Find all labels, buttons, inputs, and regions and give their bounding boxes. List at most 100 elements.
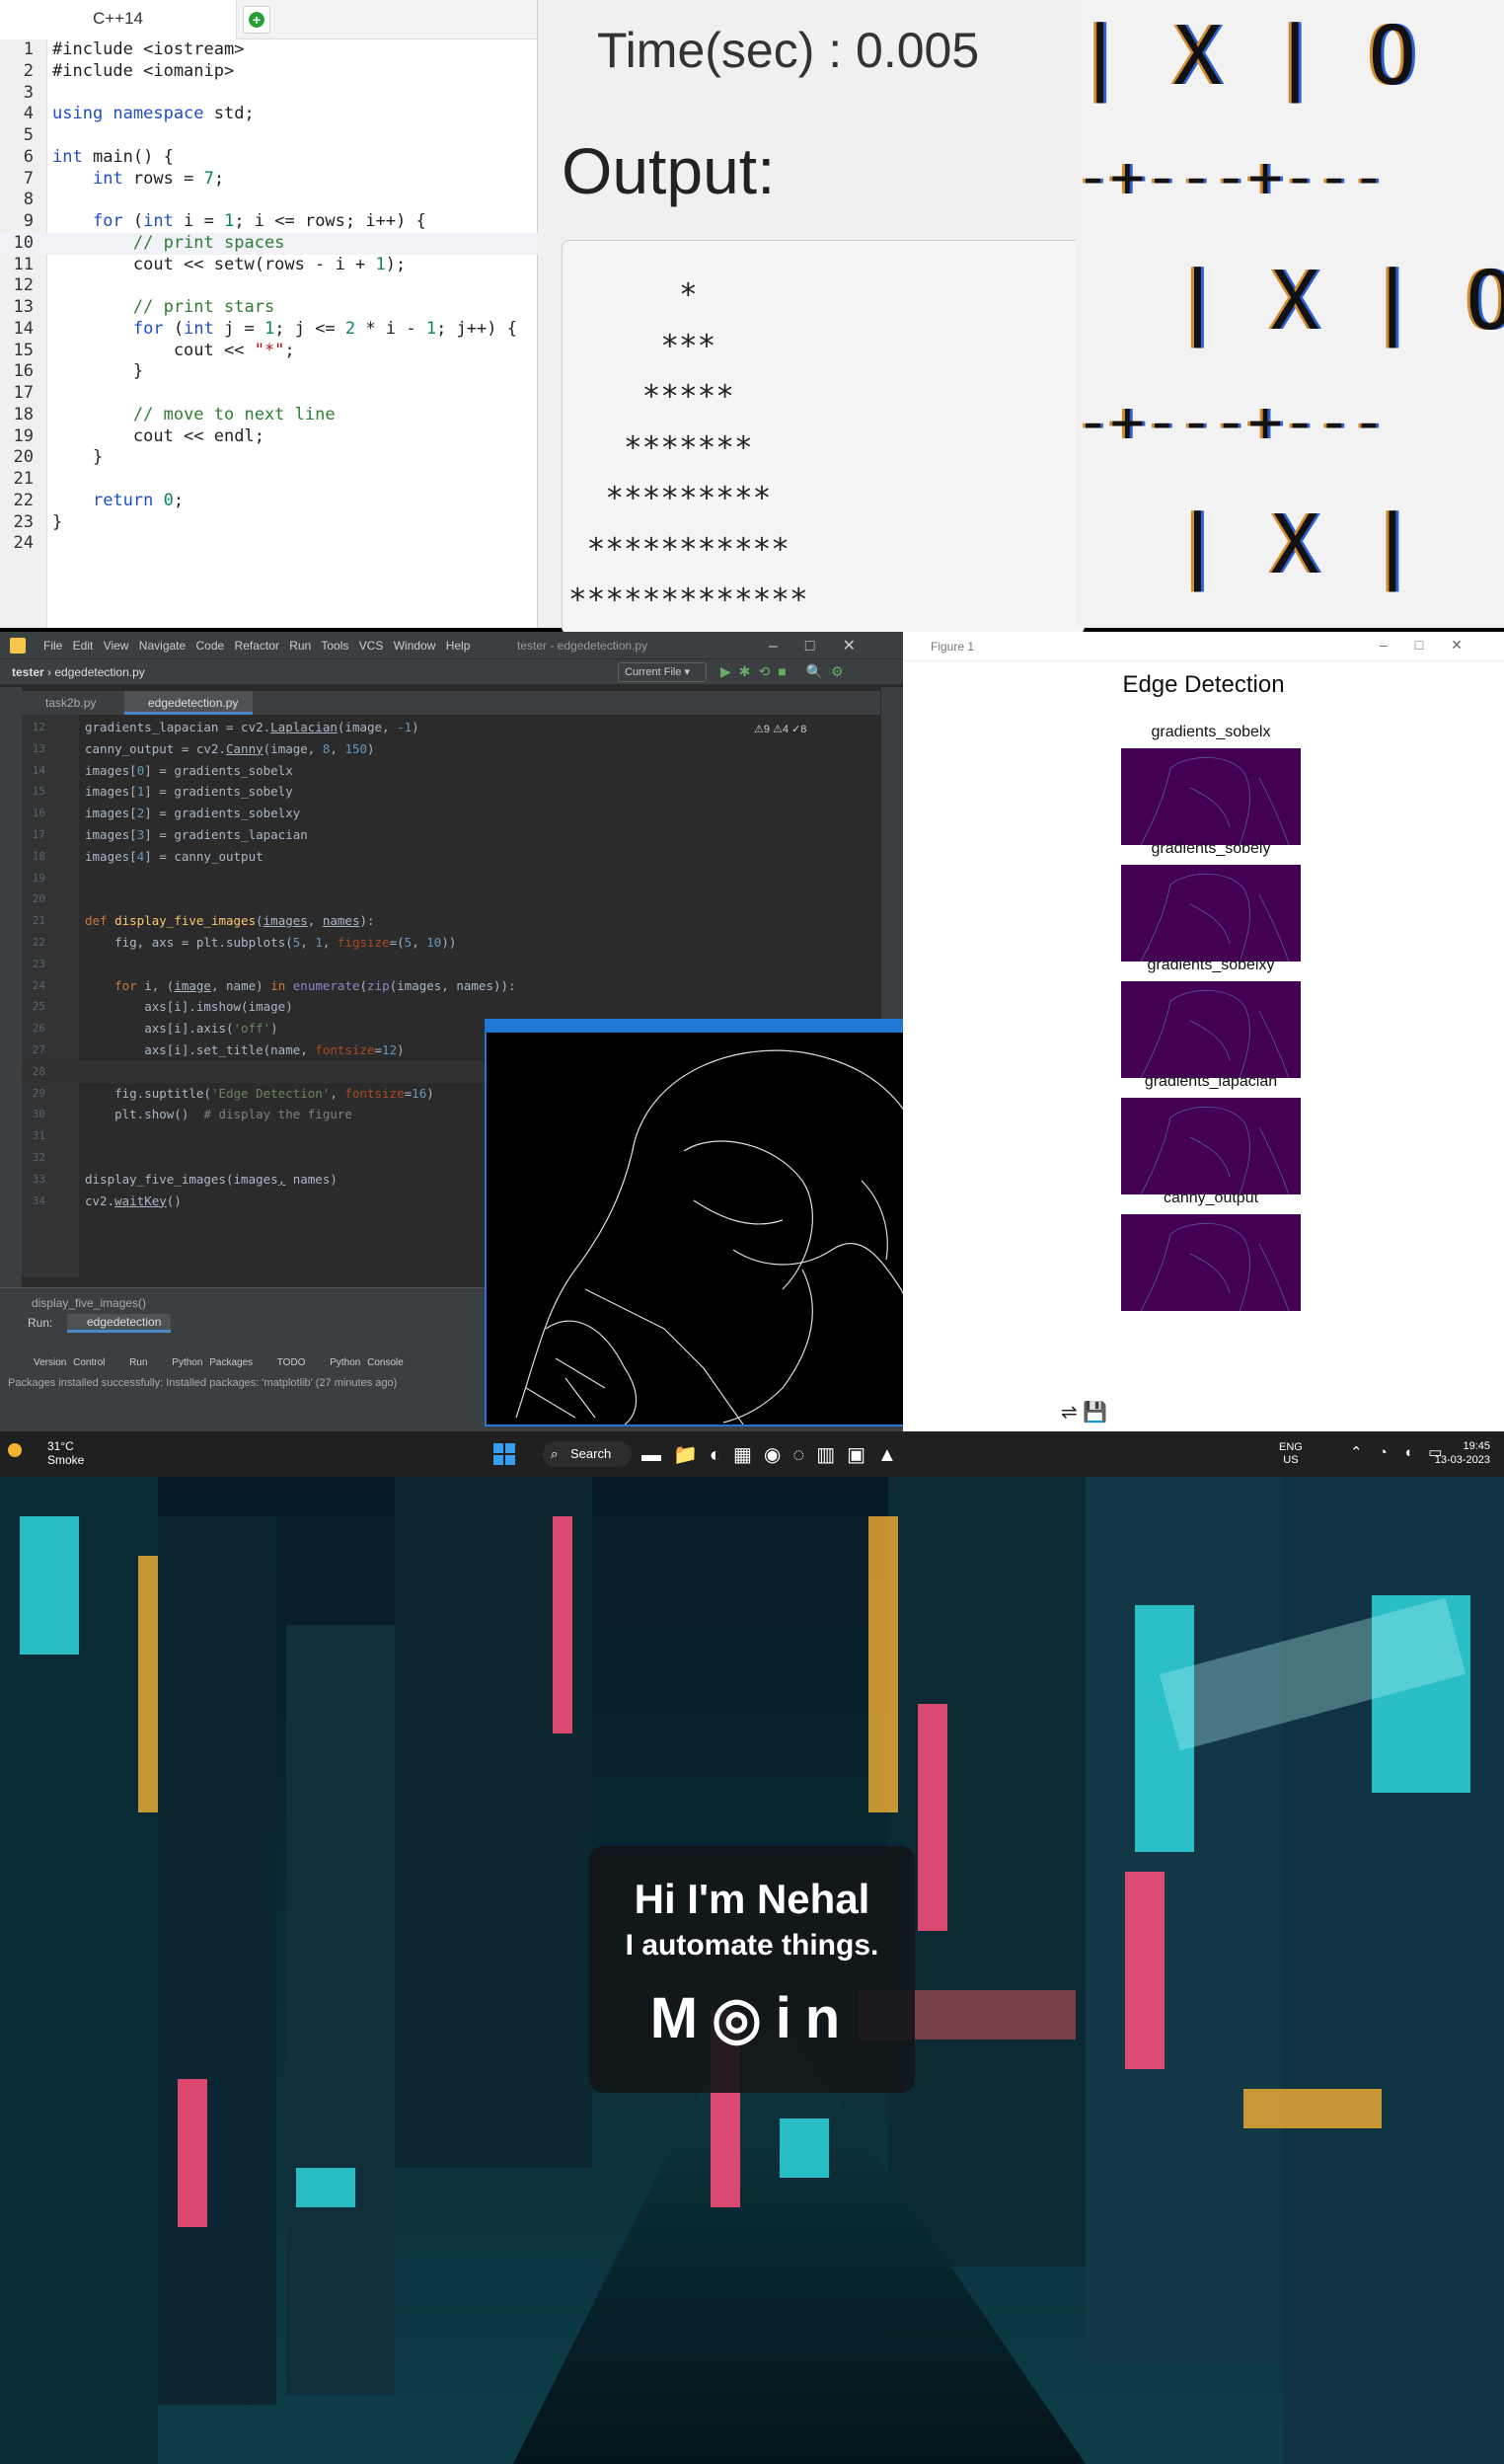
- version-control-button[interactable]: Version Control: [34, 1357, 105, 1368]
- code-line[interactable]: 15 cout << "*";: [0, 341, 538, 362]
- language-indicator[interactable]: ENG US: [1279, 1441, 1303, 1467]
- ide-line-number: 32: [32, 1150, 45, 1164]
- code-text: cout << endl;: [52, 425, 264, 446]
- python-packages-button[interactable]: Python Packages: [172, 1357, 253, 1368]
- subplot-title: canny_output: [1163, 1190, 1259, 1206]
- start-button[interactable]: [493, 1443, 515, 1465]
- ide-code-line[interactable]: 12 gradients_lapacian = cv2.Laplacian(ima…: [22, 717, 880, 738]
- line-number: 22: [13, 490, 34, 510]
- ide-code-line[interactable]: 23: [22, 954, 880, 975]
- tictactoe-row: -+---+---: [1076, 143, 1387, 210]
- ide-line-number: 20: [32, 892, 45, 906]
- subplot-title: gradients_sobely: [1151, 840, 1271, 857]
- ide-line-number: 27: [32, 1042, 45, 1056]
- code-line[interactable]: 19 cout << endl;: [0, 426, 538, 448]
- ide-code-line[interactable]: 14 images[0] = gradients_sobelx: [22, 760, 880, 782]
- code-line[interactable]: 16 }: [0, 361, 538, 383]
- weather-icon[interactable]: [8, 1443, 22, 1457]
- run-tab[interactable]: edgedetection: [67, 1314, 172, 1333]
- instagram-icon[interactable]: ◎: [712, 1986, 776, 2050]
- python-console-button[interactable]: Python Console: [330, 1357, 404, 1368]
- code-line[interactable]: 12: [0, 275, 538, 297]
- code-line[interactable]: 7 int rows = 7;: [0, 169, 538, 191]
- menu-items[interactable]: File Edit View Navigate Code Refactor Ru…: [43, 639, 470, 653]
- linkedin-icon[interactable]: in: [776, 1986, 855, 2050]
- ide-code-text: images[2] = gradients_sobelxy: [85, 806, 301, 821]
- weather-widget[interactable]: 31°C Smoke: [47, 1439, 84, 1467]
- code-line[interactable]: 22 return 0;: [0, 491, 538, 512]
- code-line[interactable]: 21: [0, 469, 538, 491]
- pycharm-logo-icon: [10, 638, 26, 654]
- ide-line-number: 34: [32, 1194, 45, 1207]
- todo-button[interactable]: TODO: [277, 1357, 306, 1368]
- tictactoe-row: | X | O: [1076, 10, 1417, 104]
- code-line[interactable]: 11 cout << setw(rows - i + 1);: [0, 255, 538, 276]
- function-breadcrumb[interactable]: display_five_images(): [32, 1296, 146, 1310]
- code-line[interactable]: 17: [0, 383, 538, 405]
- ide-code-line[interactable]: 16 images[2] = gradients_sobelxy: [22, 803, 880, 824]
- code-line[interactable]: 6 int main() {: [0, 147, 538, 169]
- tab-cpp14[interactable]: C++14: [0, 0, 237, 39]
- code-line[interactable]: 20 }: [0, 447, 538, 469]
- taskbar-search[interactable]: ⌕ Search: [543, 1441, 632, 1467]
- code-line[interactable]: 13 // print stars: [0, 297, 538, 319]
- window-controls[interactable]: –□✕: [769, 636, 883, 655]
- ide-code-line[interactable]: 13 canny_output = cv2.Canny(image, 8, 150…: [22, 738, 880, 760]
- code-line[interactable]: 8: [0, 190, 538, 211]
- code-line[interactable]: 1 #include <iostream>: [0, 39, 538, 61]
- ide-code-line[interactable]: 22 fig, axs = plt.subplots(5, 1, figsize…: [22, 932, 880, 954]
- ide-code-line[interactable]: 20: [22, 888, 880, 910]
- ide-line-number: 19: [32, 871, 45, 885]
- code-area[interactable]: 1 #include <iostream> 2 #include <iomanip> 3…: [0, 39, 538, 555]
- ide-line-number: 15: [32, 785, 45, 799]
- code-line[interactable]: 18 // move to next line: [0, 405, 538, 426]
- ide-code-line[interactable]: 24 for i, (image, name) in enumerate(zip…: [22, 975, 880, 997]
- ide-code-line[interactable]: 18 images[4] = canny_output: [22, 846, 880, 868]
- breadcrumb-file[interactable]: edgedetection.py: [54, 665, 144, 679]
- code-line[interactable]: 5: [0, 125, 538, 147]
- code-text: // print stars: [132, 297, 275, 317]
- pinned-apps[interactable]: ▬📁◐▦◉◌▥▣▲: [641, 1442, 909, 1467]
- add-tab-button[interactable]: +: [243, 6, 270, 34]
- code-text: int rows = 7;: [92, 168, 225, 189]
- run-button[interactable]: Run: [129, 1357, 147, 1368]
- tab-task2b[interactable]: task2b.py: [22, 691, 120, 715]
- breadcrumb-project[interactable]: tester: [12, 665, 44, 679]
- breadcrumb[interactable]: tester › edgedetection.py: [12, 665, 145, 679]
- code-line[interactable]: 14 for (int j = 1; j <= 2 * i - 1; j++) …: [0, 319, 538, 341]
- profile-card: Hi I'm Nehal I automate things. M◎in: [589, 1846, 915, 2093]
- ide-code-line[interactable]: 25 axs[i].imshow(image): [22, 996, 880, 1018]
- social-links[interactable]: M◎in: [589, 1984, 915, 2051]
- execution-time: Time(sec) : 0.005: [597, 23, 980, 78]
- ide-code-line[interactable]: 15 images[1] = gradients_sobely: [22, 781, 880, 803]
- run-toolbar[interactable]: ▶✱⟲■ 🔍⚙: [720, 663, 852, 680]
- clock[interactable]: 19:45 13-03-2023: [1427, 1439, 1490, 1467]
- code-line[interactable]: 9 for (int i = 1; i <= rows; i++) {: [0, 211, 538, 233]
- code-line[interactable]: 10 // print spaces: [0, 232, 538, 255]
- code-line[interactable]: 24: [0, 533, 538, 555]
- ide-code-line[interactable]: 17 images[3] = gradients_lapacian: [22, 824, 880, 846]
- weather-temp: 31°C: [47, 1439, 74, 1453]
- ide-code-line[interactable]: 19: [22, 868, 880, 889]
- code-text: // move to next line: [132, 404, 336, 424]
- tab-edgedetection[interactable]: edgedetection.py: [124, 691, 253, 715]
- ide-line-number: 21: [32, 914, 45, 928]
- code-line[interactable]: 3: [0, 83, 538, 105]
- code-line[interactable]: 4 using namespace std;: [0, 104, 538, 125]
- ide-code-line[interactable]: 21 def display_five_images(images, names)…: [22, 910, 880, 932]
- inspection-widget[interactable]: ⚠9 ⚠4 ✓8: [754, 723, 806, 735]
- save-figure-icon[interactable]: ⇌ 💾: [1061, 1400, 1107, 1424]
- code-line[interactable]: 23}: [0, 512, 538, 534]
- figure-window-controls[interactable]: –□✕: [1380, 637, 1490, 654]
- code-text: cout << "*";: [52, 340, 295, 360]
- ide-code-text: fig.suptitle('Edge Detection', fontsize=…: [85, 1085, 434, 1101]
- figure-titlebar[interactable]: Figure 1 –□✕: [903, 632, 1504, 661]
- code-line[interactable]: 2 #include <iomanip>: [0, 61, 538, 83]
- run-config-dropdown[interactable]: Current File ▾: [618, 662, 707, 682]
- line-number: 3: [23, 82, 34, 103]
- code-text: for (int i = 1; i <= rows; i++) {: [92, 211, 426, 231]
- gmail-icon[interactable]: M: [650, 1986, 712, 2050]
- subplot-title: gradients_lapacian: [1144, 1073, 1278, 1090]
- line-number: 6: [23, 146, 34, 167]
- output-panel: Time(sec) : 0.005 Output: * *** ***** **…: [538, 0, 1085, 635]
